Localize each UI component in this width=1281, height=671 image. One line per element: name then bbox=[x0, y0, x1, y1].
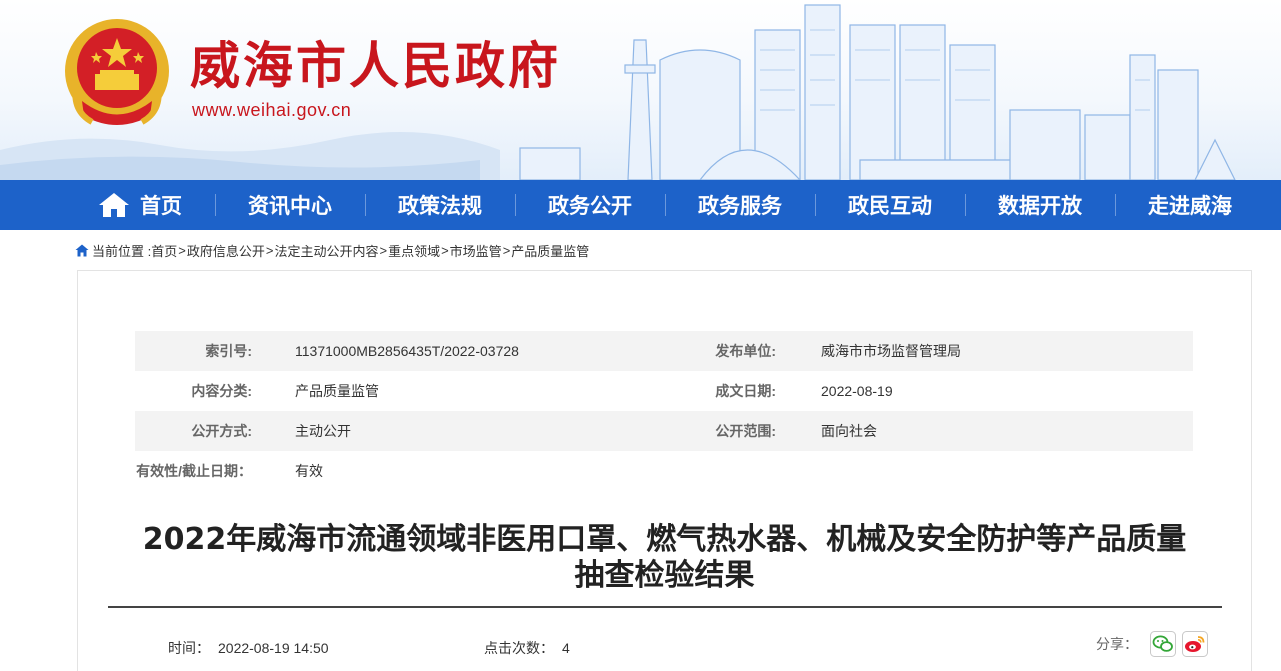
mode-value: 主动公开 bbox=[295, 423, 351, 439]
breadcrumb-link-home[interactable]: 首页 bbox=[151, 241, 177, 260]
validity-label: 有效性/截止日期： bbox=[136, 463, 252, 479]
click-count: 点击次数： 4 bbox=[484, 638, 570, 658]
share-label: 分享： bbox=[1096, 636, 1138, 652]
category-label: 内容分类: bbox=[191, 383, 252, 399]
metadata-row: 内容分类: 产品质量监管 成文日期: 2022-08-19 bbox=[135, 371, 1193, 411]
breadcrumb-separator: > bbox=[379, 242, 388, 258]
header-banner: 威海市人民政府 www.weihai.gov.cn bbox=[0, 0, 1281, 180]
breadcrumb-link-statutory[interactable]: 法定主动公开内容 bbox=[274, 241, 378, 260]
publisher-value: 威海市市场监督管理局 bbox=[821, 343, 961, 359]
nav-item-gov-services[interactable]: 政务服务 bbox=[665, 180, 815, 230]
scope-value: 面向社会 bbox=[821, 423, 877, 439]
home-small-icon bbox=[75, 244, 89, 256]
nav-item-label: 首页 bbox=[140, 195, 182, 218]
share-bar: 分享： bbox=[1096, 631, 1208, 657]
index-label: 索引号: bbox=[205, 343, 252, 359]
breadcrumb-link-key-areas[interactable]: 重点领域 bbox=[388, 241, 440, 260]
nav-item-news[interactable]: 资讯中心 bbox=[215, 180, 365, 230]
title-divider bbox=[108, 606, 1222, 608]
clicks-label: 点击次数： bbox=[484, 640, 554, 656]
site-url: www.weihai.gov.cn bbox=[192, 100, 352, 120]
weibo-icon[interactable] bbox=[1182, 631, 1208, 657]
article-title-line2: 抽查检验结果 bbox=[574, 558, 755, 593]
breadcrumb: 当前位置 : 首页 > 政府信息公开 > 法定主动公开内容 > 重点领域 > 市… bbox=[75, 241, 589, 259]
breadcrumb-link-market[interactable]: 市场监管 bbox=[450, 241, 502, 260]
category-value: 产品质量监管 bbox=[295, 383, 379, 399]
nav-item-home[interactable]: 首页 bbox=[65, 180, 215, 230]
breadcrumb-prefix: 当前位置 : bbox=[92, 243, 152, 259]
article-container: 索引号: 11371000MB2856435T/2022-03728 发布单位:… bbox=[77, 270, 1252, 671]
article-title: 2022年威海市流通领域非医用口罩、燃气热水器、机械及安全防护等产品质量 抽查检… bbox=[98, 522, 1231, 594]
breadcrumb-link-gov-info[interactable]: 政府信息公开 bbox=[187, 241, 265, 260]
breadcrumb-separator: > bbox=[178, 242, 186, 258]
metadata-row: 有效性/截止日期： 有效 bbox=[135, 451, 1193, 491]
date-label: 成文日期: bbox=[715, 383, 776, 399]
mode-label: 公开方式: bbox=[191, 423, 252, 439]
clicks-value: 4 bbox=[562, 640, 570, 656]
breadcrumb-link-quality[interactable]: 产品质量监管 bbox=[511, 241, 589, 260]
wechat-icon[interactable] bbox=[1150, 631, 1176, 657]
index-value: 11371000MB2856435T/2022-03728 bbox=[295, 343, 519, 359]
time-label: 时间： bbox=[168, 640, 210, 656]
main-nav: 首页 资讯中心 政策法规 政务公开 政务服务 政民互动 数据开放 走进威海 bbox=[0, 180, 1281, 230]
validity-value: 有效 bbox=[295, 463, 323, 479]
article-title-line1: 2022年威海市流通领域非医用口罩、燃气热水器、机械及安全防护等产品质量 bbox=[142, 522, 1187, 557]
publisher-label: 发布单位: bbox=[715, 343, 776, 359]
nav-item-gov-affairs-public[interactable]: 政务公开 bbox=[515, 180, 665, 230]
nav-item-interaction[interactable]: 政民互动 bbox=[815, 180, 965, 230]
breadcrumb-separator: > bbox=[502, 242, 511, 258]
home-icon bbox=[99, 193, 129, 217]
metadata-row: 索引号: 11371000MB2856435T/2022-03728 发布单位:… bbox=[135, 331, 1193, 371]
metadata-row: 公开方式: 主动公开 公开范围: 面向社会 bbox=[135, 411, 1193, 451]
site-title: 威海市人民政府 bbox=[190, 37, 561, 95]
scope-label: 公开范围: bbox=[715, 423, 776, 439]
breadcrumb-separator: > bbox=[265, 242, 274, 258]
nav-item-open-data[interactable]: 数据开放 bbox=[965, 180, 1115, 230]
publish-time: 时间： 2022-08-19 14:50 bbox=[168, 638, 329, 658]
nav-item-policy[interactable]: 政策法规 bbox=[365, 180, 515, 230]
metadata-table: 索引号: 11371000MB2856435T/2022-03728 发布单位:… bbox=[135, 331, 1193, 491]
national-emblem-logo bbox=[65, 19, 169, 125]
date-value: 2022-08-19 bbox=[821, 383, 893, 399]
nav-item-about-weihai[interactable]: 走进威海 bbox=[1115, 180, 1265, 230]
time-value: 2022-08-19 14:50 bbox=[218, 640, 329, 656]
breadcrumb-separator: > bbox=[441, 242, 449, 258]
